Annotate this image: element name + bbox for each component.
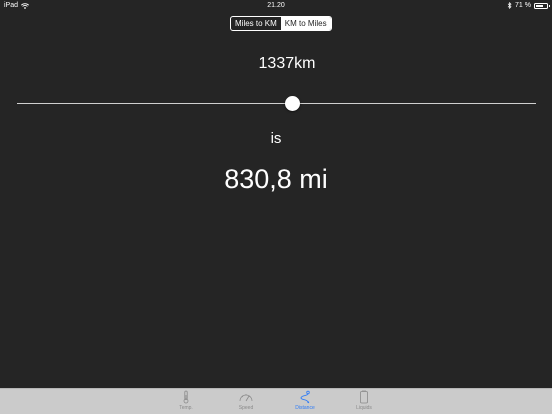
- tab-temp[interactable]: Temp.: [166, 390, 206, 411]
- status-right: 71 %: [507, 2, 550, 9]
- connector-label: is: [270, 130, 282, 147]
- tab-bar: Temp. Speed Distance Liquids: [0, 388, 552, 414]
- tab-label-distance: Distance: [295, 405, 315, 411]
- battery-percent: 71 %: [515, 2, 531, 9]
- bluetooth-icon: [507, 2, 512, 9]
- tab-label-temp: Temp.: [179, 405, 193, 411]
- status-bar: iPad 21.20 71 %: [0, 0, 552, 12]
- segment-miles-to-km[interactable]: Miles to KM: [231, 17, 281, 30]
- battery-icon: [534, 2, 550, 9]
- tab-liquids[interactable]: Liquids: [344, 390, 384, 411]
- segment-km-to-miles[interactable]: KM to Miles: [280, 17, 331, 30]
- status-time: 21.20: [267, 2, 285, 9]
- speedometer-icon: [239, 394, 253, 402]
- battery-fill: [536, 4, 544, 7]
- path-icon: [300, 390, 310, 404]
- distance-slider-track[interactable]: [17, 103, 536, 104]
- tab-speed[interactable]: Speed: [226, 390, 266, 411]
- result-label: 830,8 mi: [224, 164, 328, 194]
- container-icon: [360, 390, 368, 404]
- conversion-direction-control[interactable]: Miles to KM KM to Miles: [230, 16, 332, 31]
- tab-distance[interactable]: Distance: [285, 390, 325, 411]
- thermometer-icon: [183, 390, 189, 404]
- input-value-label: 1337km: [258, 55, 316, 72]
- tab-label-speed: Speed: [238, 405, 254, 411]
- tab-label-liquids: Liquids: [356, 405, 372, 411]
- distance-slider-thumb[interactable]: [284, 96, 300, 111]
